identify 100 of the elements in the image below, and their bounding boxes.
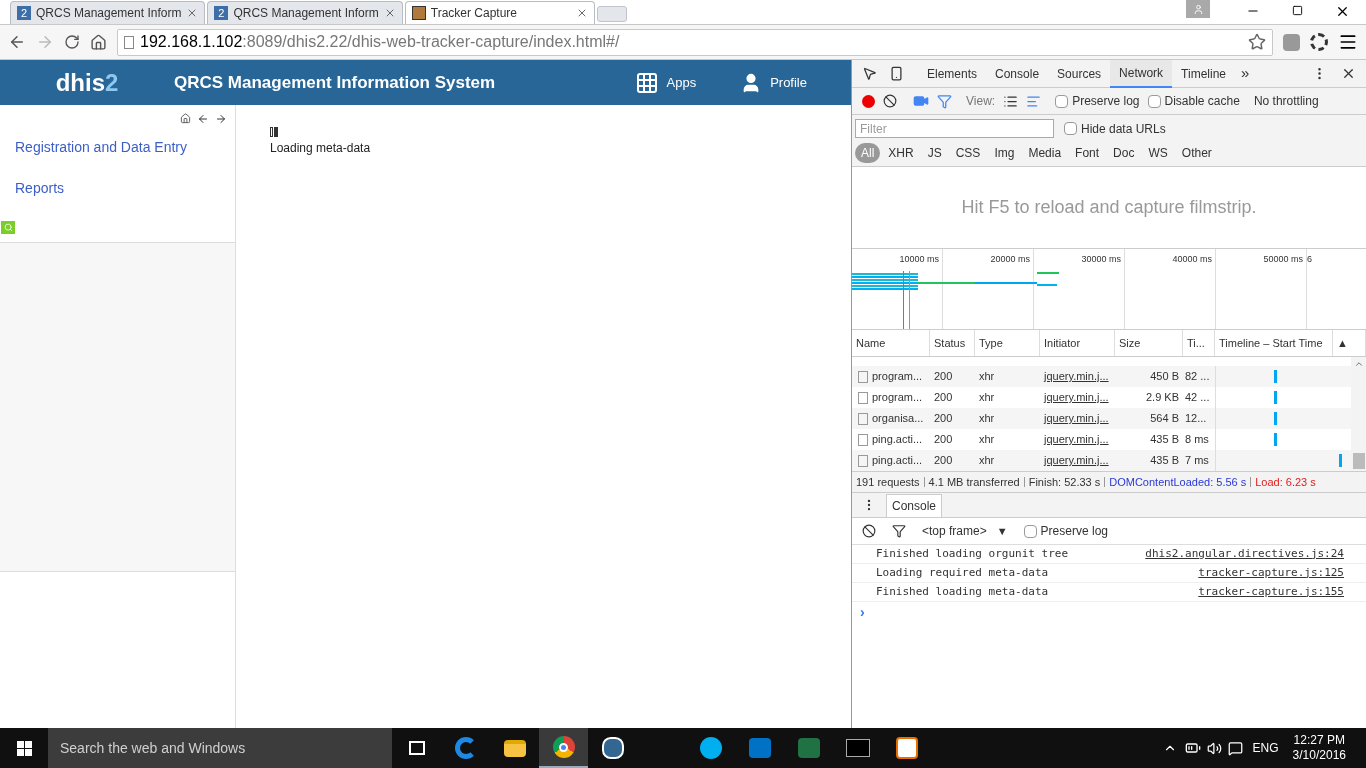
- devtools-tab[interactable]: Timeline: [1172, 59, 1235, 88]
- table-cell[interactable]: organisa...: [872, 410, 924, 427]
- type-filter-button[interactable]: Img: [988, 143, 1021, 163]
- column-header[interactable]: Timeline – Start Time: [1215, 330, 1333, 356]
- taskbar-search-field[interactable]: Search the web and Windows: [48, 728, 392, 768]
- terminal-icon[interactable]: [845, 739, 870, 757]
- checkbox[interactable]: [1023, 524, 1037, 538]
- maximize-icon[interactable]: [1292, 5, 1303, 16]
- scrollbar[interactable]: [1351, 357, 1366, 471]
- column-header[interactable]: Type: [975, 330, 1040, 356]
- type-filter-button[interactable]: JS: [921, 143, 948, 163]
- table-cell: 200: [934, 370, 953, 383]
- column-header[interactable]: Name: [852, 330, 930, 356]
- forward-icon[interactable]: [215, 113, 227, 125]
- table-cell[interactable]: program...: [872, 368, 923, 385]
- table-cell: 42 ...: [1185, 391, 1210, 404]
- header-link[interactable]: Profile: [740, 71, 807, 94]
- close-icon[interactable]: [1335, 4, 1350, 19]
- browser-tab[interactable]: 2 QRCS Management Inform: [10, 1, 206, 24]
- home-icon[interactable]: [180, 113, 191, 124]
- menu-icon[interactable]: [1338, 32, 1358, 52]
- browser-tab[interactable]: 2 QRCS Management Inform: [207, 1, 403, 24]
- type-filter-button[interactable]: XHR: [882, 143, 920, 163]
- loading-spinner-icon: [270, 127, 280, 137]
- type-filter-button[interactable]: Other: [1175, 143, 1218, 163]
- column-header[interactable]: Status: [930, 330, 975, 356]
- devtools-tab[interactable]: Sources: [1048, 59, 1111, 88]
- overview-tick-label: 40000 ms: [1172, 253, 1212, 266]
- devtools-tab[interactable]: Elements: [918, 59, 987, 88]
- type-filter-button[interactable]: CSS: [949, 143, 987, 163]
- scrollbar-thumb[interactable]: [1352, 453, 1365, 469]
- checkbox[interactable]: [1055, 94, 1069, 108]
- filter-field[interactable]: Filter: [855, 119, 1054, 138]
- inspect-icon[interactable]: [862, 66, 877, 81]
- camera-icon[interactable]: [913, 93, 929, 109]
- initiator-link[interactable]: jquery.min.j...: [1044, 370, 1109, 383]
- tab-title: Tracker Capture: [430, 5, 519, 22]
- drawer-tab[interactable]: Console: [886, 494, 943, 517]
- devtools-tab[interactable]: Network: [1110, 59, 1173, 88]
- record-icon[interactable]: [862, 94, 875, 108]
- taskbar-app-slot[interactable]: [539, 728, 588, 768]
- clock-time[interactable]: 12:27 PM: [1293, 733, 1345, 748]
- sidebar-link[interactable]: Registration and Data Entry: [15, 137, 235, 158]
- waterfall-view-icon[interactable]: [1026, 93, 1042, 109]
- table-cell: 564 B: [1150, 412, 1179, 425]
- waterfall-bar: [1274, 370, 1277, 383]
- filter-icon[interactable]: [892, 524, 906, 538]
- table-cell[interactable]: ping.acti...: [872, 431, 923, 448]
- frame-select[interactable]: <top frame> ▼: [922, 522, 1008, 540]
- table-cell: xhr: [979, 370, 995, 383]
- waterfall-bar: [1274, 412, 1277, 425]
- reload-icon[interactable]: [64, 34, 80, 50]
- file-icon: [858, 391, 868, 404]
- browser-tab[interactable]: Tracker Capture: [404, 1, 595, 24]
- close-icon[interactable]: [1341, 66, 1356, 81]
- checkbox[interactable]: [1064, 122, 1077, 135]
- battery-icon[interactable]: [1184, 740, 1201, 756]
- sidebar-link[interactable]: Reports: [15, 178, 235, 199]
- type-filter-button[interactable]: Media: [1022, 143, 1068, 163]
- source-link[interactable]: dhis2.angular.directives.js:24: [1145, 545, 1344, 563]
- header-link[interactable]: Apps: [634, 70, 697, 95]
- list-view-icon[interactable]: [1003, 93, 1019, 109]
- folder-icon[interactable]: [503, 739, 526, 757]
- notifications-icon[interactable]: [1227, 740, 1243, 756]
- favicon-icon: 2: [214, 6, 229, 20]
- column-header[interactable]: Size: [1115, 330, 1183, 356]
- source-link[interactable]: tracker-capture.js:155: [1198, 583, 1344, 601]
- task-view-icon[interactable]: [408, 741, 425, 755]
- column-header[interactable]: ▲: [1333, 330, 1366, 356]
- back-icon[interactable]: [8, 33, 26, 51]
- table-cell[interactable]: program...: [872, 389, 923, 406]
- table-cell: 12...: [1185, 412, 1207, 425]
- type-filter-button[interactable]: WS: [1142, 143, 1174, 163]
- devtools-tab[interactable]: Console: [986, 59, 1049, 88]
- table-cell[interactable]: ping.acti...: [872, 452, 923, 469]
- clock-date[interactable]: 3/10/2016: [1292, 748, 1346, 763]
- clear-icon[interactable]: [883, 94, 897, 108]
- initiator-link[interactable]: jquery.min.j...: [1044, 454, 1109, 467]
- type-filter-button[interactable]: Font: [1069, 143, 1106, 163]
- scroll-up-icon[interactable]: [1353, 359, 1364, 369]
- home-icon[interactable]: [90, 33, 107, 51]
- column-header[interactable]: Ti...: [1183, 330, 1215, 356]
- initiator-link[interactable]: jquery.min.j...: [1044, 412, 1109, 425]
- throttling-select[interactable]: No throttling: [1253, 92, 1319, 110]
- bookmark-star-icon[interactable]: [1248, 33, 1266, 51]
- address-bar[interactable]: 192.168.1.102:8089/dhis2.22/dhis-web-tracker-capture/index.html#/: [117, 28, 1273, 56]
- language-indicator[interactable]: ENG: [1252, 739, 1279, 757]
- checkbox[interactable]: [1147, 94, 1161, 108]
- back-icon[interactable]: [197, 113, 209, 125]
- source-link[interactable]: tracker-capture.js:125: [1198, 564, 1344, 582]
- device-icon[interactable]: [889, 66, 904, 81]
- column-header[interactable]: Initiator: [1040, 330, 1115, 356]
- console-prompt[interactable]: ›: [860, 601, 865, 623]
- type-filter-button[interactable]: Doc: [1107, 143, 1141, 163]
- more-tabs-button[interactable]: »: [1235, 62, 1256, 85]
- initiator-link[interactable]: jquery.min.j...: [1044, 433, 1109, 446]
- waterfall-bar: [1274, 433, 1277, 446]
- initiator-link[interactable]: jquery.min.j...: [1044, 391, 1109, 404]
- volume-icon[interactable]: [1206, 740, 1222, 756]
- clear-icon[interactable]: [862, 524, 876, 538]
